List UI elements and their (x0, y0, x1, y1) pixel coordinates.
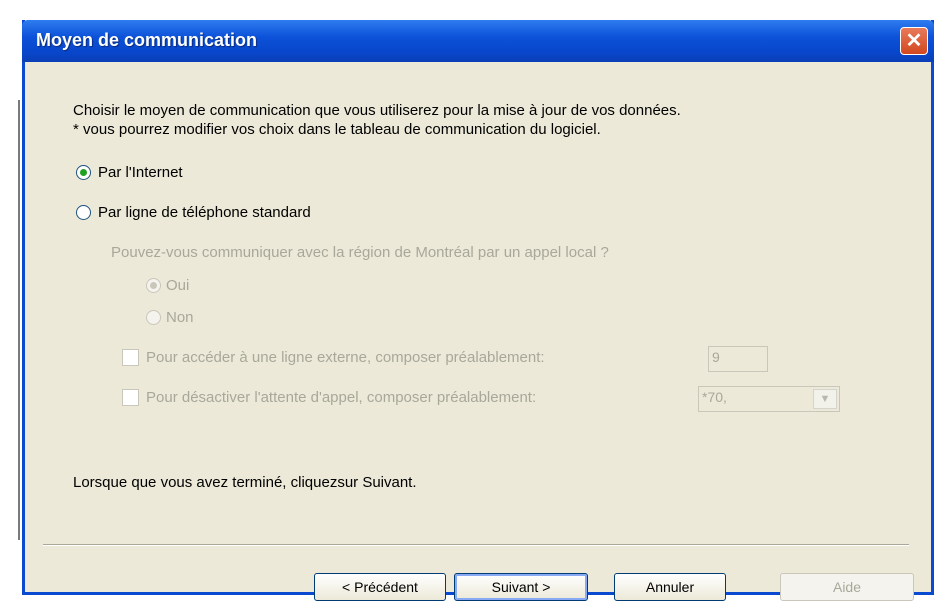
separator-line (43, 544, 909, 546)
radio-non[interactable] (146, 310, 161, 325)
external-line-checkbox[interactable] (122, 349, 139, 366)
next-button[interactable]: Suivant > (454, 573, 588, 601)
local-call-question: Pouvez-vous communiquer avec la région d… (111, 244, 609, 261)
title-bar[interactable]: Moyen de communication ✕ (22, 20, 934, 62)
radio-oui-label[interactable]: Oui (166, 277, 189, 294)
close-button[interactable]: ✕ (900, 27, 928, 55)
background-edge-left (18, 100, 20, 540)
help-button[interactable]: Aide (780, 573, 914, 601)
radio-internet[interactable] (76, 165, 91, 180)
external-line-input[interactable]: 9 (708, 346, 768, 372)
intro-text-line2: * vous pourrez modifier vos choix dans l… (73, 121, 601, 138)
close-icon: ✕ (905, 30, 923, 52)
chevron-down-icon[interactable]: ▼ (813, 389, 837, 409)
call-waiting-checkbox[interactable] (122, 389, 139, 406)
call-waiting-select[interactable]: *70, ▼ (698, 386, 840, 412)
dialog-title: Moyen de communication (36, 30, 258, 50)
radio-phone[interactable] (76, 205, 91, 220)
dialog-window: Moyen de communication ✕ Choisir le moye… (22, 20, 934, 601)
previous-button[interactable]: < Précédent (314, 573, 446, 601)
cancel-button[interactable]: Annuler (614, 573, 726, 601)
external-line-label: Pour accéder à une ligne externe, compos… (146, 349, 545, 366)
footer-instruction: Lorsque que vous avez terminé, cliquezsu… (73, 474, 417, 491)
radio-phone-label[interactable]: Par ligne de téléphone standard (98, 204, 311, 221)
radio-non-label[interactable]: Non (166, 309, 194, 326)
radio-internet-label[interactable]: Par l'Internet (98, 164, 183, 181)
dialog-content: Choisir le moyen de communication que vo… (25, 62, 931, 601)
call-waiting-value: *70, (702, 389, 727, 405)
intro-text-line1: Choisir le moyen de communication que vo… (73, 102, 681, 119)
radio-oui[interactable] (146, 278, 161, 293)
call-waiting-label: Pour désactiver l'attente d'appel, compo… (146, 389, 537, 406)
